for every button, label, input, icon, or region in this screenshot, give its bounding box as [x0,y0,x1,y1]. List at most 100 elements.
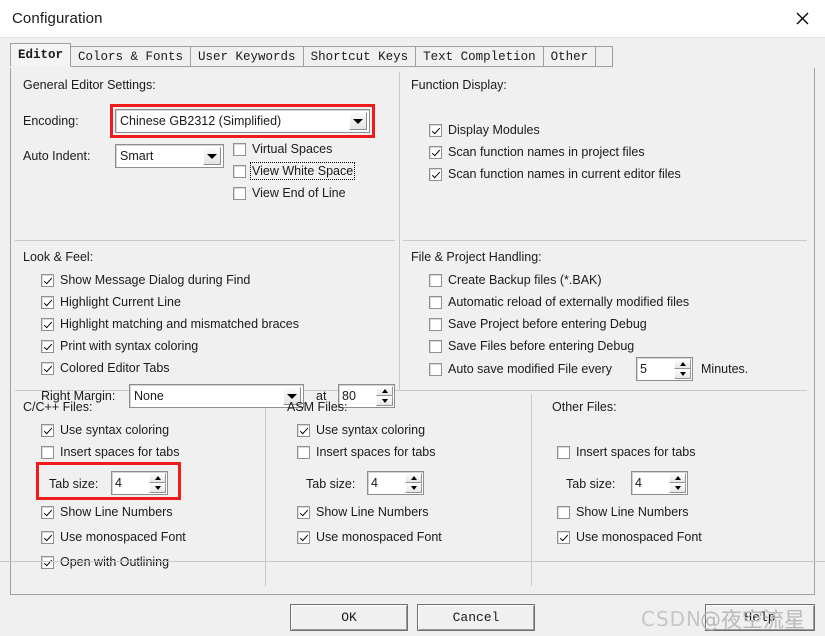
checkbox-other-use-monospaced-font-label: Use monospaced Font [576,530,702,544]
tab-colors-fonts-label: Colors & Fonts [78,49,184,64]
checkbox-other-insert-spaces-for-tabs-label: Insert spaces for tabs [576,445,696,459]
divider-asm-other [531,394,532,586]
tab-editor-label: Editor [18,48,64,62]
spinner-down-icon[interactable] [149,483,166,493]
checkbox-cpp-insert-spaces-for-tabs[interactable]: Insert spaces for tabs [41,445,180,459]
cancel-button[interactable]: Cancel [417,604,535,631]
spinner-up-icon[interactable] [674,359,691,369]
tab-shortcut-keys[interactable]: Shortcut Keys [302,46,417,67]
checkbox-automatic-reload[interactable]: Automatic reload of externally modified … [429,295,689,309]
tab-editor[interactable]: Editor [10,43,72,67]
checkbox-display-modules[interactable]: Display Modules [429,123,540,137]
help-button[interactable]: Help [705,604,815,631]
chevron-down-icon[interactable] [349,112,367,130]
checkbox-save-files-before-debug-label: Save Files before entering Debug [448,339,635,353]
checkbox-box [297,530,310,544]
checkbox-save-files-before-debug[interactable]: Save Files before entering Debug [429,339,634,353]
checkbox-box [429,295,442,309]
checkbox-highlight-current-line[interactable]: Highlight Current Line [41,295,181,309]
cpp-tab-size-spinner[interactable]: 4 [111,471,168,495]
spinner-down-icon[interactable] [669,483,686,493]
close-button[interactable] [779,0,825,37]
spinner-down-icon[interactable] [376,396,393,406]
checkbox-other-insert-spaces-for-tabs[interactable]: Insert spaces for tabs [557,445,696,459]
checkbox-scan-project-files[interactable]: Scan function names in project files [429,145,645,159]
checkbox-view-end-of-line[interactable]: View End of Line [233,186,346,200]
checkbox-highlight-braces[interactable]: Highlight matching and mismatched braces [41,317,299,331]
checkbox-box [41,505,54,519]
title-bar: Configuration [0,0,825,38]
encoding-combobox[interactable]: Chinese GB2312 (Simplified) [115,109,370,133]
checkbox-auto-save-modified-label: Auto save modified File every [448,362,612,376]
checkbox-box [41,361,54,375]
checkbox-cpp-use-monospaced-font[interactable]: Use monospaced Font [41,530,186,544]
asm-tab-size-value[interactable]: 4 [368,472,405,494]
checkbox-other-use-monospaced-font[interactable]: Use monospaced Font [557,530,702,544]
checkbox-virtual-spaces[interactable]: Virtual Spaces [233,142,332,156]
spinner-up-icon[interactable] [376,386,393,396]
tab-other[interactable]: Other [542,46,597,67]
tab-text-completion[interactable]: Text Completion [415,46,544,67]
spinner-buttons[interactable] [405,473,422,493]
auto-indent-combobox[interactable]: Smart [115,144,224,168]
auto-save-minutes-spinner[interactable]: 5 [636,357,693,381]
spinner-buttons[interactable] [149,473,166,493]
checkbox-scan-editor-files[interactable]: Scan function names in current editor fi… [429,167,681,181]
checkbox-cpp-use-monospaced-font-label: Use monospaced Font [60,530,186,544]
spinner-buttons[interactable] [376,386,393,406]
spinner-up-icon[interactable] [149,473,166,483]
file-project-handling-title: File & Project Handling: [411,250,542,264]
checkbox-automatic-reload-label: Automatic reload of externally modified … [448,295,690,309]
asm-tab-size-spinner[interactable]: 4 [367,471,424,495]
checkbox-show-message-dialog[interactable]: Show Message Dialog during Find [41,273,250,287]
checkbox-create-backup-files[interactable]: Create Backup files (*.BAK) [429,273,602,287]
checkbox-other-show-line-numbers[interactable]: Show Line Numbers [557,505,689,519]
checkbox-box [429,273,442,287]
right-margin-combobox[interactable]: None [129,384,304,408]
spinner-up-icon[interactable] [669,473,686,483]
checkbox-asm-insert-spaces-for-tabs[interactable]: Insert spaces for tabs [297,445,436,459]
checkbox-cpp-open-with-outlining[interactable]: Open with Outlining [41,555,169,569]
auto-save-minutes-label: Minutes. [701,362,749,376]
checkbox-asm-use-syntax-coloring[interactable]: Use syntax coloring [297,423,425,437]
checkbox-save-project-before-debug[interactable]: Save Project before entering Debug [429,317,647,331]
general-editor-settings-title: General Editor Settings: [23,78,156,92]
checkbox-other-show-line-numbers-label: Show Line Numbers [576,505,689,519]
spinner-down-icon[interactable] [674,369,691,379]
spinner-down-icon[interactable] [405,483,422,493]
checkbox-cpp-use-syntax-coloring[interactable]: Use syntax coloring [41,423,169,437]
checkbox-box [557,445,570,459]
ok-button[interactable]: OK [290,604,408,631]
cancel-button-label: Cancel [452,610,500,625]
spinner-buttons[interactable] [669,473,686,493]
cpp-tab-size-value[interactable]: 4 [112,472,149,494]
checkbox-asm-show-line-numbers[interactable]: Show Line Numbers [297,505,429,519]
chevron-down-icon[interactable] [203,147,221,165]
checkbox-auto-save-modified[interactable]: Auto save modified File every [429,362,612,376]
checkbox-show-message-dialog-label: Show Message Dialog during Find [60,273,251,287]
tab-colors-fonts[interactable]: Colors & Fonts [70,46,192,67]
checkbox-box [557,505,570,519]
checkbox-colored-editor-tabs[interactable]: Colored Editor Tabs [41,361,170,375]
other-tab-size-value[interactable]: 4 [632,472,669,494]
checkbox-print-syntax-coloring[interactable]: Print with syntax coloring [41,339,198,353]
spinner-buttons[interactable] [674,359,691,379]
spinner-up-icon[interactable] [405,473,422,483]
tab-user-keywords[interactable]: User Keywords [190,46,304,67]
checkbox-cpp-show-line-numbers[interactable]: Show Line Numbers [41,505,173,519]
checkbox-display-modules-label: Display Modules [448,123,540,137]
checkbox-box [233,142,246,156]
checkbox-box [41,339,54,353]
checkbox-box [429,123,442,137]
checkbox-box [41,317,54,331]
other-tab-size-spinner[interactable]: 4 [631,471,688,495]
configuration-dialog: Editor Colors & Fonts User Keywords Shor… [0,38,825,636]
auto-save-minutes-value[interactable]: 5 [637,358,674,380]
checkbox-box [41,295,54,309]
tab-other-label: Other [550,49,589,64]
checkbox-box [41,273,54,287]
checkbox-view-white-space[interactable]: View White Space [233,162,356,180]
auto-indent-value: Smart [120,149,154,163]
checkbox-asm-use-monospaced-font[interactable]: Use monospaced Font [297,530,442,544]
tab-text-completion-label: Text Completion [423,49,536,64]
